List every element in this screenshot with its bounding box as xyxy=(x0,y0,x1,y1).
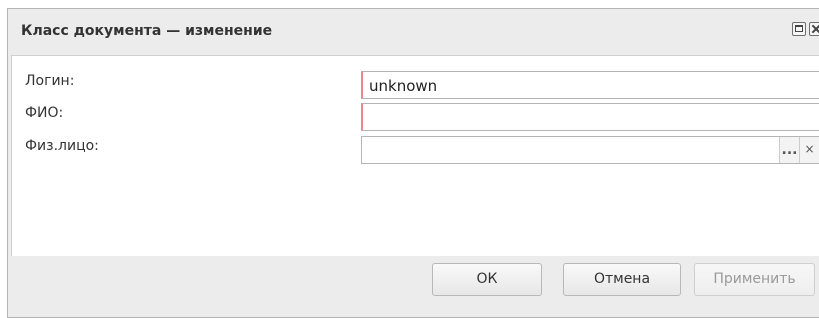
browse-icon[interactable]: ... xyxy=(779,137,799,163)
clear-icon[interactable]: × xyxy=(799,137,819,163)
dialog-window: Класс документа — изменение Логин: unkno… xyxy=(7,8,819,318)
dialog-titlebar[interactable]: Класс документа — изменение xyxy=(8,9,819,55)
form-panel: Логин: unknown ФИО: Физ.лицо: ... × xyxy=(11,55,819,256)
person-field[interactable]: ... × xyxy=(361,136,819,164)
login-value: unknown xyxy=(369,77,438,95)
ok-button[interactable]: ОК xyxy=(432,263,542,296)
person-label: Физ.лицо: xyxy=(25,138,99,154)
dialog-title: Класс документа — изменение xyxy=(21,23,273,39)
maximize-icon[interactable] xyxy=(792,22,806,36)
cancel-button[interactable]: Отмена xyxy=(563,263,681,296)
close-icon[interactable] xyxy=(809,22,819,36)
login-label: Логин: xyxy=(25,73,75,89)
fio-field[interactable] xyxy=(361,103,819,131)
fio-label: ФИО: xyxy=(25,105,64,121)
login-field[interactable]: unknown xyxy=(361,71,819,99)
apply-button[interactable]: Применить xyxy=(694,263,815,296)
